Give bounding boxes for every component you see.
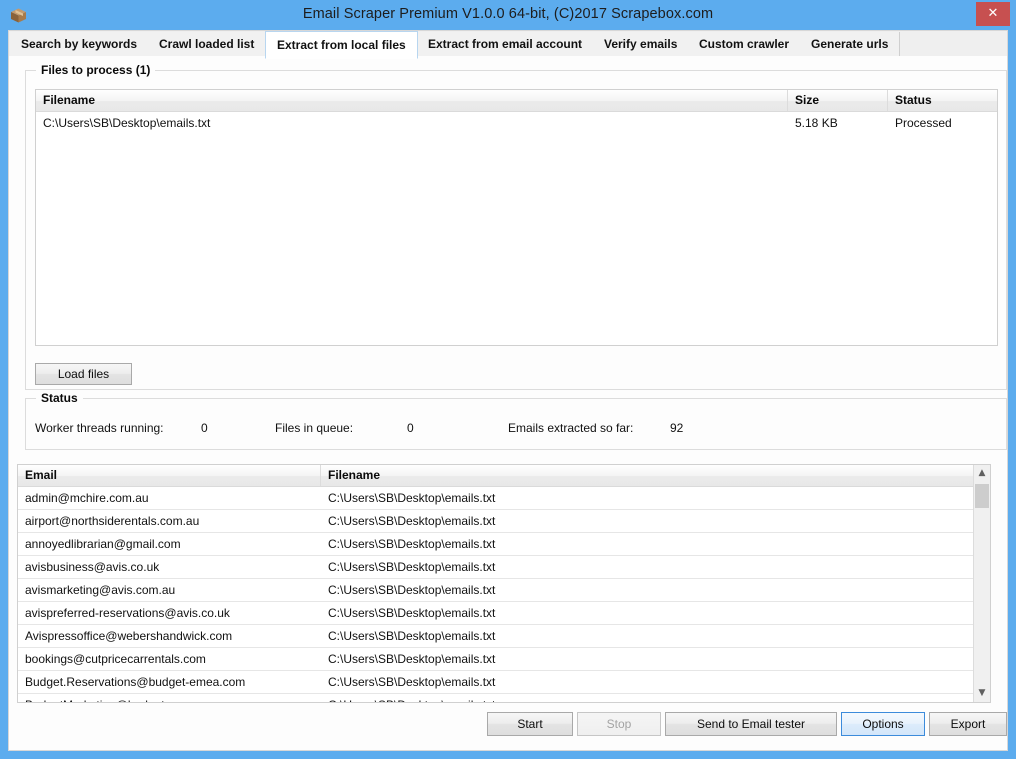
results-cell-email: annoyedlibrarian@gmail.com xyxy=(25,537,181,551)
status-group-title: Status xyxy=(36,391,83,405)
close-glyph: ✕ xyxy=(987,6,999,21)
tab-search-by-keywords[interactable]: Search by keywords xyxy=(10,32,150,57)
results-cell-email: avispreferred-reservations@avis.co.uk xyxy=(25,606,230,620)
files-list-body[interactable]: C:\Users\SB\Desktop\emails.txt 5.18 KB Pro… xyxy=(36,112,997,134)
client-area: Files to process (1) Filename Size Status … xyxy=(8,56,1008,751)
results-cell-email: bookings@cutpricecarrentals.com xyxy=(25,652,206,666)
status-value: 0 xyxy=(201,421,208,435)
files-list-view[interactable]: Filename Size Status C:\Users\SB\Desktop\e… xyxy=(35,89,998,346)
tab-verify-emails[interactable]: Verify emails xyxy=(593,32,690,57)
files-cell-status: Processed xyxy=(895,116,952,130)
results-table-row[interactable]: BudgetMarketing@budget.com.auC:\Users\SB… xyxy=(18,694,975,702)
tab-custom-crawler[interactable]: Custom crawler xyxy=(688,32,802,57)
status-value: 0 xyxy=(407,421,414,435)
scroll-down-icon[interactable]: ▼ xyxy=(974,685,990,702)
files-group-title: Files to process (1) xyxy=(36,63,156,77)
results-column-header[interactable]: Filename xyxy=(321,465,975,486)
status-label: Files in queue: xyxy=(275,421,354,435)
results-cell-filename: C:\Users\SB\Desktop\emails.txt xyxy=(328,606,496,620)
results-table-row[interactable]: airport@northsiderentals.com.au C:\Users\… xyxy=(18,510,975,533)
results-table-row[interactable]: Budget.Reservations@budget-emea.com C:\Us… xyxy=(18,671,975,694)
results-cell-filename: C:\Users\SB\Desktop\emails.txt xyxy=(328,537,496,551)
tab-extract-from-local-files[interactable]: Extract from local files xyxy=(265,31,418,59)
title-bar[interactable]: Email Scraper Premium V1.0.0 64-bit, (C)… xyxy=(0,0,1016,31)
files-cell-size: 5.18 KB xyxy=(795,116,838,130)
tab-crawl-loaded-list[interactable]: Crawl loaded list xyxy=(148,32,267,57)
results-cell-filename: C:\Users\SB\Desktop\emails.txt xyxy=(328,675,496,689)
results-column-header[interactable]: Email xyxy=(18,465,321,486)
stop-button: Stop xyxy=(577,712,661,736)
status-value: 92 xyxy=(670,421,684,435)
results-scrollbar[interactable]: ▲ ▼ xyxy=(973,465,990,702)
files-column-header[interactable]: Status xyxy=(888,90,997,111)
start-button[interactable]: Start xyxy=(487,712,573,736)
tab-extract-from-email-account[interactable]: Extract from email account xyxy=(417,32,595,57)
results-table-row[interactable]: admin@mchire.com.au C:\Users\SB\Desktop\e… xyxy=(18,487,975,510)
results-cell-filename: C:\Users\SB\Desktop\emails.txt xyxy=(321,694,975,702)
tab-generate-urls[interactable]: Generate urls xyxy=(800,32,901,57)
results-cell-filename: C:\Users\SB\Desktop\emails.txt xyxy=(328,583,496,597)
files-list-header: Filename Size Status xyxy=(36,90,997,112)
results-table-row[interactable]: annoyedlibrarian@gmail.com C:\Users\SB\De… xyxy=(18,533,975,556)
results-cell-filename: C:\Users\SB\Desktop\emails.txt xyxy=(328,629,496,643)
send-to-email-tester-button[interactable]: Send to Email tester xyxy=(665,712,837,736)
load-files-button[interactable]: Load files xyxy=(35,363,132,385)
files-column-header[interactable]: Size xyxy=(788,90,888,111)
tab-bar: Search by keywords Crawl loaded list Extra… xyxy=(8,30,1008,59)
results-table-row[interactable]: Avispressoffice@webershandwick.com C:\Use… xyxy=(18,625,975,648)
scroll-up-icon[interactable]: ▲ xyxy=(974,465,990,482)
files-table-row[interactable]: C:\Users\SB\Desktop\emails.txt 5.18 KB Pro… xyxy=(36,112,997,134)
status-label: Emails extracted so far: xyxy=(508,421,634,435)
files-to-process-group: Files to process (1) Filename Size Status … xyxy=(25,63,1007,390)
window-title: Email Scraper Premium V1.0.0 64-bit, (C)… xyxy=(302,6,714,22)
results-cell-email: avisbusiness@avis.co.uk xyxy=(25,560,160,574)
application-window: Email Scraper Premium V1.0.0 64-bit, (C)… xyxy=(0,0,1016,759)
results-cell-filename: C:\Users\SB\Desktop\emails.txt xyxy=(328,652,496,666)
export-button[interactable]: Export xyxy=(929,712,1007,736)
results-table-row[interactable]: bookings@cutpricecarrentals.com C:\Users\… xyxy=(18,648,975,671)
scrollbar-thumb[interactable] xyxy=(975,484,989,508)
results-table-row[interactable]: avisbusiness@avis.co.uk C:\Users\SB\Deskt… xyxy=(18,556,975,579)
status-group: Status Worker threads running: 0 Files in … xyxy=(25,391,1007,450)
close-icon[interactable]: ✕ xyxy=(976,2,1010,26)
results-cell-email: BudgetMarketing@budget.com.au xyxy=(18,694,321,702)
results-cell-email: Avispressoffice@webershandwick.com xyxy=(25,629,233,643)
results-cell-email: avismarketing@avis.com.au xyxy=(25,583,176,597)
files-column-header[interactable]: Filename xyxy=(36,90,788,111)
options-button[interactable]: Options xyxy=(841,712,925,736)
results-cell-email: airport@northsiderentals.com.au xyxy=(25,514,200,528)
results-cell-filename: C:\Users\SB\Desktop\emails.txt xyxy=(328,491,496,505)
results-list-body[interactable]: admin@mchire.com.au C:\Users\SB\Desktop\e… xyxy=(18,487,975,702)
status-label: Worker threads running: xyxy=(35,421,164,435)
results-cell-email: Budget.Reservations@budget-emea.com xyxy=(25,675,246,689)
results-list-header: Email Filename xyxy=(18,465,975,487)
files-cell-filename: C:\Users\SB\Desktop\emails.txt xyxy=(43,116,211,130)
results-list-content: Email Filename admin@mchire.com.au C:\User… xyxy=(18,465,975,702)
results-list-view[interactable]: Email Filename admin@mchire.com.au C:\User… xyxy=(17,464,991,703)
results-table-row[interactable]: avispreferred-reservations@avis.co.uk C:\… xyxy=(18,602,975,625)
results-cell-filename: C:\Users\SB\Desktop\emails.txt xyxy=(328,514,496,528)
results-table-row[interactable]: avismarketing@avis.com.au C:\Users\SB\Des… xyxy=(18,579,975,602)
results-cell-email: admin@mchire.com.au xyxy=(25,491,149,505)
results-cell-filename: C:\Users\SB\Desktop\emails.txt xyxy=(328,560,496,574)
